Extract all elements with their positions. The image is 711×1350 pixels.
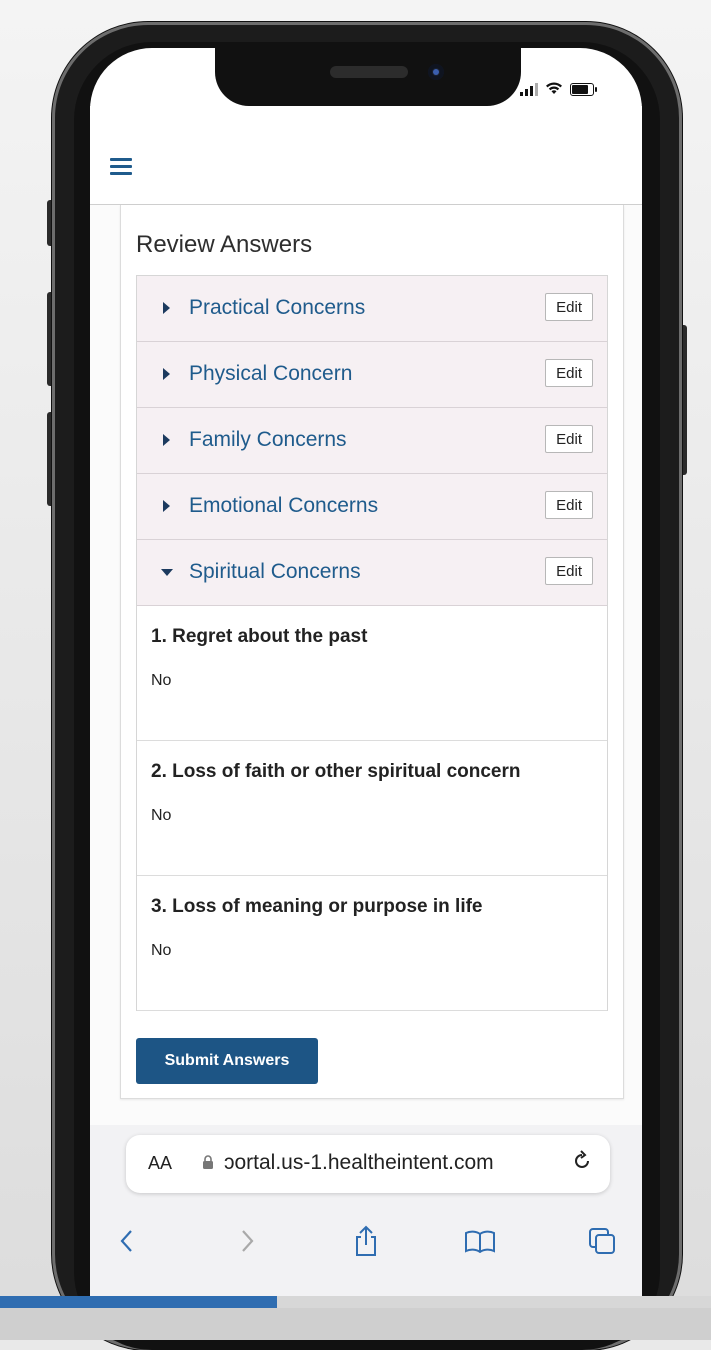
accordion-label: Physical Concern	[189, 362, 353, 385]
browser-toolbar: AA ɔortal.us-1.healtheintent.com	[90, 1125, 642, 1300]
answer-text: No	[151, 942, 172, 959]
browser-nav-bar	[90, 1221, 642, 1271]
edit-practical-button[interactable]: Edit	[545, 293, 593, 321]
address-bar[interactable]: AA ɔortal.us-1.healtheintent.com	[126, 1135, 610, 1193]
question-text: 3. Loss of meaning or purpose in life	[151, 896, 483, 917]
answer-text: No	[151, 672, 172, 689]
question-item: 1. Regret about the past No	[137, 606, 607, 741]
lock-icon	[203, 1155, 213, 1169]
edit-family-button[interactable]: Edit	[545, 425, 593, 453]
accordion-label: Spiritual Concerns	[189, 560, 361, 583]
hamburger-menu-icon[interactable]	[110, 158, 132, 176]
caret-right-icon	[163, 434, 170, 446]
edit-physical-button[interactable]: Edit	[545, 359, 593, 387]
accordion-spiritual-concerns[interactable]: Spiritual Concerns Edit	[137, 540, 607, 606]
app-header	[90, 106, 642, 205]
answer-text: No	[151, 807, 172, 824]
question-text: 2. Loss of faith or other spiritual conc…	[151, 761, 521, 782]
question-text: 1. Regret about the past	[151, 626, 368, 647]
speaker-grille	[330, 66, 408, 78]
main-content: Review Answers Practical Concerns Edit P…	[90, 205, 642, 1125]
url-text: ɔortal.us-1.healtheintent.com	[224, 1151, 494, 1174]
review-accordion: Practical Concerns Edit Physical Concern…	[136, 275, 608, 1011]
video-progress-bar[interactable]	[0, 1296, 711, 1308]
edit-spiritual-button[interactable]: Edit	[545, 557, 593, 585]
caret-right-icon	[163, 500, 170, 512]
accordion-label: Emotional Concerns	[189, 494, 379, 517]
accordion-physical-concern[interactable]: Physical Concern Edit	[137, 342, 607, 408]
submit-answers-button[interactable]: Submit Answers	[136, 1038, 318, 1084]
page-title: Review Answers	[136, 231, 313, 258]
back-icon[interactable]	[106, 1221, 146, 1261]
forward-icon[interactable]	[228, 1221, 268, 1261]
question-item: 3. Loss of meaning or purpose in life No	[137, 876, 607, 1011]
accordion-label: Family Concerns	[189, 428, 347, 451]
signal-icon	[520, 83, 538, 96]
accordion-label: Practical Concerns	[189, 296, 366, 319]
video-controls-strip	[0, 1308, 711, 1340]
accordion-family-concerns[interactable]: Family Concerns Edit	[137, 408, 607, 474]
bookmarks-icon[interactable]	[460, 1221, 500, 1261]
share-icon[interactable]	[346, 1221, 386, 1261]
text-size-button[interactable]: AA	[148, 1153, 172, 1174]
battery-icon	[570, 83, 597, 96]
accordion-emotional-concerns[interactable]: Emotional Concerns Edit	[137, 474, 607, 540]
reload-icon[interactable]	[570, 1149, 594, 1173]
question-item: 2. Loss of faith or other spiritual conc…	[137, 741, 607, 876]
front-camera	[428, 64, 444, 80]
caret-down-icon	[161, 569, 173, 576]
status-bar-icons	[520, 80, 597, 96]
edit-emotional-button[interactable]: Edit	[545, 491, 593, 519]
tabs-icon[interactable]	[582, 1221, 622, 1261]
accordion-practical-concerns[interactable]: Practical Concerns Edit	[137, 276, 607, 342]
caret-right-icon	[163, 302, 170, 314]
caret-right-icon	[163, 368, 170, 380]
video-progress-fill	[0, 1296, 278, 1308]
wifi-icon	[546, 82, 562, 94]
